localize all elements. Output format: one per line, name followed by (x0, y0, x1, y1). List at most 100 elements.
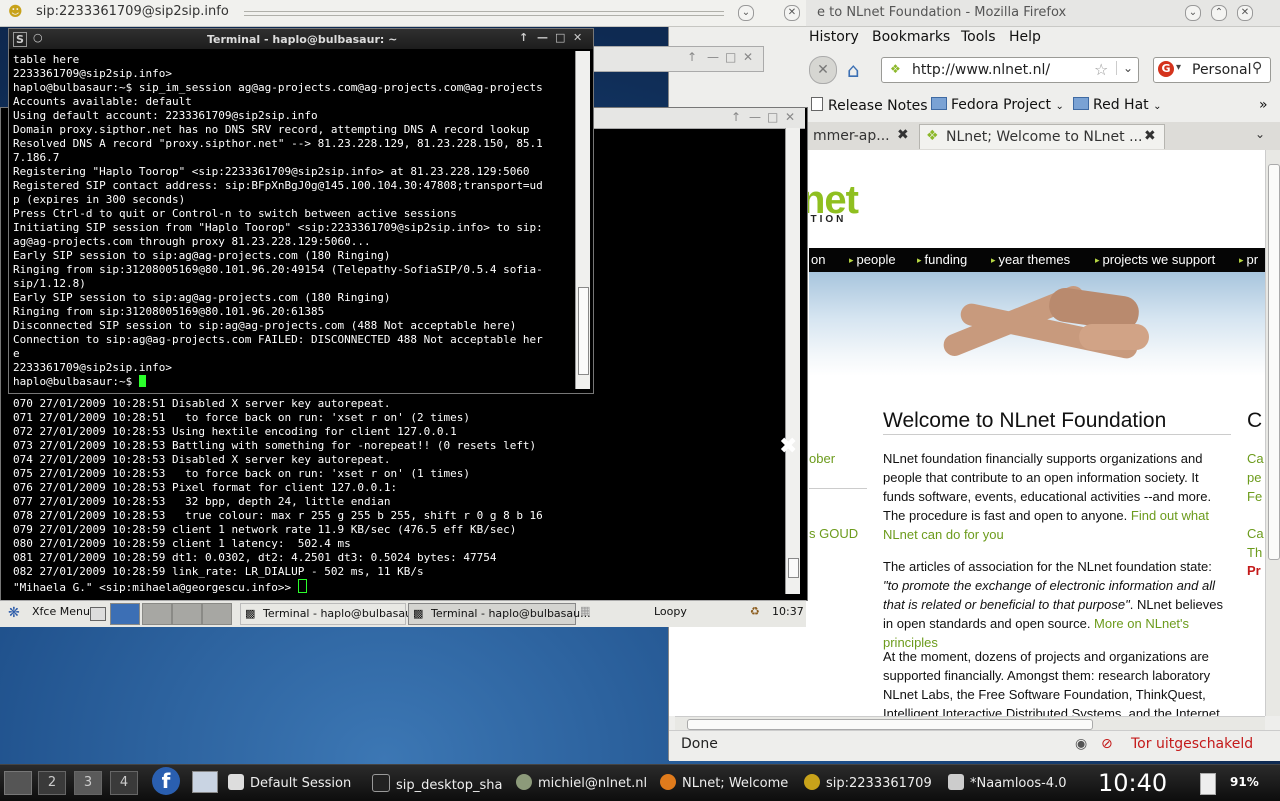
scrollbar-thumb[interactable] (1268, 164, 1280, 560)
workspace-3[interactable] (172, 603, 202, 625)
terminal1-output[interactable]: table here 2233361709@sip2sip.info> haplo@… (13, 53, 543, 375)
right-link-4[interactable]: Ca (1247, 526, 1264, 541)
workspace-4[interactable] (202, 603, 232, 625)
task-sip-desktop[interactable]: sip_desktop_sha (372, 774, 506, 793)
tab-active[interactable]: ❖ NLnet; Welcome to NLnet ... ✖ (919, 124, 1165, 149)
task-nlnet-firefox[interactable]: NLnet; Welcome (660, 774, 794, 791)
workspace-button-2[interactable]: 2 (38, 771, 66, 795)
right-link-1[interactable]: Ca (1247, 451, 1264, 466)
close-icon[interactable]: ✕ (785, 110, 795, 124)
maximize-icon[interactable]: □ (767, 110, 778, 124)
workspace-2[interactable] (142, 603, 172, 625)
home-icon[interactable]: ⌂ (847, 58, 860, 82)
task-sip-chat[interactable]: sip:2233361709 (804, 774, 938, 791)
app-icon[interactable]: ▦ (580, 604, 590, 617)
workspace-button-3[interactable]: 3 (74, 771, 102, 795)
terminal2-titlebar[interactable]: ↑ — □ ✕ (593, 108, 805, 129)
site-identity-icon[interactable]: ❖ (890, 62, 901, 76)
window-menu-icon[interactable]: S (13, 32, 27, 47)
nav-link-funding[interactable]: funding (917, 252, 968, 267)
roll-up-icon[interactable]: ↑ (731, 110, 741, 124)
task-default-session[interactable]: Default Session (228, 774, 362, 791)
task-naamloos[interactable]: *Naamloos-4.0 (948, 774, 1082, 791)
task-michiel[interactable]: michiel@nlnet.nl (516, 774, 650, 791)
chevron-down-icon[interactable]: ▾ (1176, 62, 1181, 73)
sip-window-titlebar[interactable]: ☻ sip:2233361709@sip2sip.info ⌄ ✕ (0, 0, 806, 27)
tab-inactive[interactable]: mmer-ap... ✖ (809, 124, 917, 148)
bookmarks-overflow-icon[interactable]: » (1259, 97, 1268, 113)
vertical-scrollbar[interactable] (1265, 150, 1280, 716)
sidebar-link-1[interactable]: ober (809, 451, 835, 466)
horizontal-scrollbar[interactable] (675, 716, 1265, 731)
nav-link-partial-right[interactable]: pr (1239, 252, 1259, 267)
panel-clock[interactable]: 10:40 (1098, 769, 1167, 797)
workspace-1[interactable] (110, 603, 140, 625)
right-link-6[interactable]: Pr (1247, 563, 1261, 578)
search-engine-icon[interactable]: G (1158, 61, 1174, 77)
sidebar-link-2[interactable]: s GOUD (809, 526, 858, 541)
url-bar[interactable]: ❖ http://www.nlnet.nl/ ☆ ⌄ (881, 57, 1139, 83)
eye-icon[interactable]: ◉ (1075, 736, 1087, 752)
scrollbar-thumb[interactable] (687, 719, 1093, 730)
bookmark-star-icon[interactable]: ☆ (1094, 60, 1108, 79)
url-dropdown-icon[interactable]: ⌄ (1116, 61, 1133, 75)
tor-icon[interactable]: ⊘ (1101, 736, 1113, 752)
close-tab-icon[interactable]: ✖ (897, 127, 909, 143)
maximize-icon[interactable]: □ (725, 50, 736, 64)
terminal2-prompt-line[interactable]: "Mihaela G." <sip:mihaela@georgescu.info… (13, 579, 307, 595)
close-icon[interactable]: ✕ (1237, 5, 1253, 21)
terminal1-scrollbar[interactable] (575, 51, 590, 389)
menu-tools[interactable]: Tools (961, 29, 996, 45)
xfce-menu-button[interactable]: Xfce Menu (32, 605, 90, 618)
minimize-icon[interactable]: — (749, 110, 761, 124)
menu-history[interactable]: History (809, 29, 859, 45)
menu-help[interactable]: Help (1009, 29, 1041, 45)
bookmark-red-hat[interactable]: Red Hat ⌄ (1073, 97, 1162, 113)
right-link-3[interactable]: Fe (1247, 489, 1262, 504)
right-link-2[interactable]: pe (1247, 470, 1261, 485)
terminal2-output[interactable]: 070 27/01/2009 10:28:51 Disabled X serve… (13, 397, 543, 579)
bookmark-fedora-project[interactable]: Fedora Project ⌄ (931, 97, 1064, 113)
task-terminal-2[interactable]: ▩ Terminal - haplo@bulbasau... (408, 603, 591, 625)
bookmark-release-notes[interactable]: Release Notes (811, 97, 928, 114)
close-icon[interactable]: ✕ (784, 5, 800, 21)
terminal2-scrollbar[interactable] (785, 128, 800, 594)
close-icon[interactable]: ✕ (743, 50, 753, 64)
task-terminal-1[interactable]: ▩ Terminal - haplo@bulbasau... (240, 603, 423, 625)
scrollbar-thumb[interactable] (578, 287, 589, 375)
roll-up-icon[interactable]: ↑ (519, 31, 528, 44)
show-desktop-icon[interactable] (90, 607, 106, 621)
nav-link-projects[interactable]: projects we support (1095, 252, 1216, 267)
search-icon[interactable]: ⚲ (1252, 60, 1262, 76)
battery-icon[interactable] (1200, 773, 1216, 795)
close-icon[interactable]: ✕ (573, 31, 582, 44)
search-input[interactable]: G ▾ Personal ⚲ (1153, 57, 1271, 83)
xfce-clock[interactable]: 10:37 (772, 605, 804, 618)
menu-bookmarks[interactable]: Bookmarks (872, 29, 950, 45)
fedora-icon[interactable]: f (152, 767, 180, 795)
minimize-icon[interactable]: — (537, 31, 548, 44)
workspace-button-4[interactable]: 4 (110, 771, 138, 795)
minimize-icon[interactable]: ⌄ (1185, 5, 1201, 21)
computer-icon[interactable] (192, 771, 218, 793)
maximize-icon[interactable]: □ (555, 31, 565, 44)
minimize-icon[interactable]: ⌄ (738, 5, 754, 21)
nav-link-people[interactable]: people (849, 252, 896, 267)
right-link-5[interactable]: Th (1247, 545, 1262, 560)
terminal1-prompt-line[interactable]: haplo@bulbasaur:~$ (13, 375, 146, 389)
maximize-icon[interactable]: ⌃ (1211, 5, 1227, 21)
nav-link-partial[interactable]: on (811, 252, 825, 267)
close-tab-icon[interactable]: ✖ (1144, 128, 1156, 144)
background-window-titlebar[interactable]: ↑ — □ ✕ (590, 46, 764, 72)
loopy-label[interactable]: Loopy (654, 605, 687, 618)
tor-status[interactable]: Tor uitgeschakeld (1131, 736, 1253, 752)
tab-list-icon[interactable]: ⌄ (1255, 127, 1265, 141)
trash-icon[interactable]: ♻ (750, 605, 760, 618)
show-desktop-icon[interactable] (4, 771, 32, 795)
roll-up-icon[interactable]: ↑ (687, 50, 697, 64)
terminal1-titlebar[interactable]: S ○ Terminal - haplo@bulbasaur: ~ ↑ — □ … (9, 29, 593, 49)
stop-icon[interactable]: ✕ (809, 56, 837, 84)
scrollbar-thumb[interactable] (788, 558, 799, 578)
pin-icon[interactable]: ○ (33, 31, 43, 44)
nav-link-year-themes[interactable]: year themes (991, 252, 1071, 267)
